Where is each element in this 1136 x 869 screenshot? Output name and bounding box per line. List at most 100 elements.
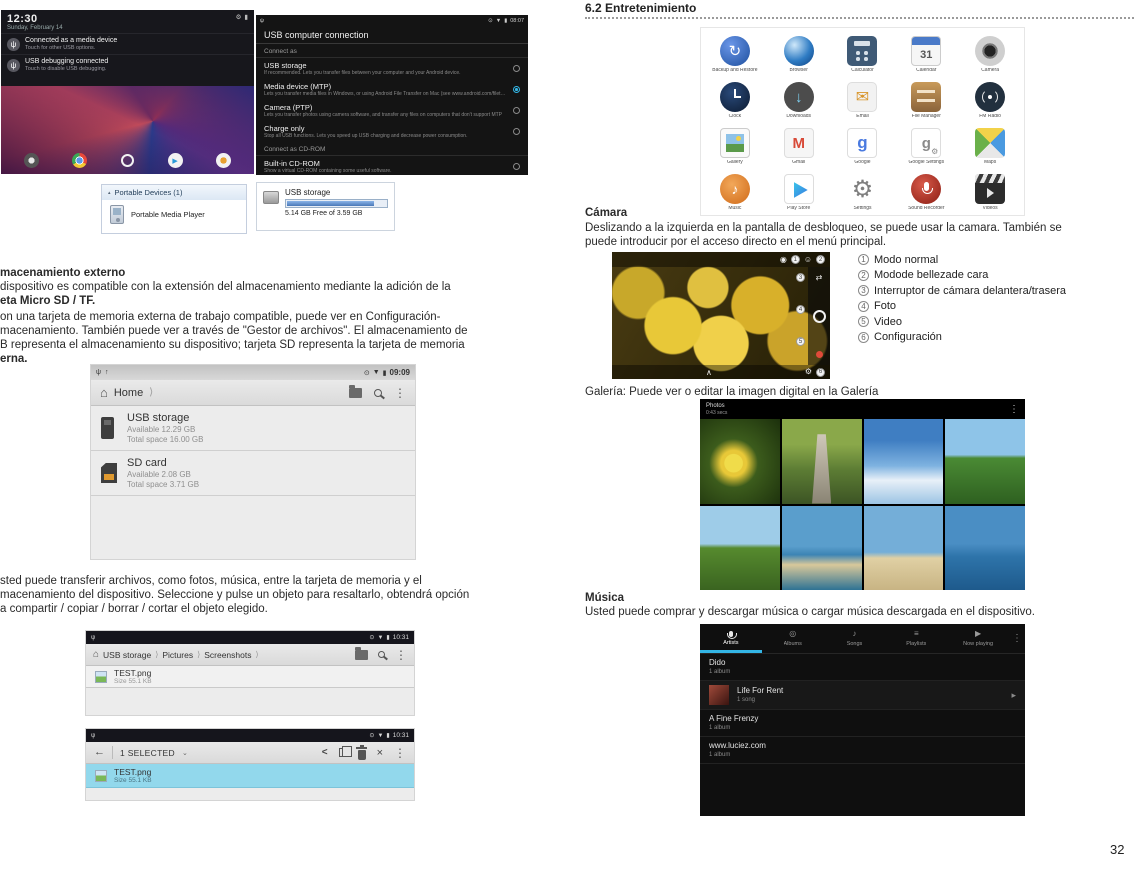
app-drawer-icon[interactable]	[120, 154, 134, 167]
app-calculator[interactable]: Calculator	[831, 33, 895, 79]
option-charge-only[interactable]: Charge only Stop all USB functions. Lets…	[256, 121, 528, 142]
storage-row-usb[interactable]: USB storage Available 12.29 GB Total spa…	[91, 406, 415, 451]
radio-button[interactable]	[513, 107, 520, 114]
app-videos[interactable]: Videos	[958, 171, 1022, 217]
photo-thumbnail-landscape[interactable]	[945, 419, 1025, 504]
normal-mode-icon[interactable]: ◉	[780, 255, 787, 264]
share-icon[interactable]: <	[322, 747, 328, 758]
notification-title: Connected as a media device	[25, 36, 118, 44]
new-folder-icon[interactable]	[349, 385, 362, 398]
option-media-device-mtp[interactable]: Media device (MTP) Lets you transfer med…	[256, 79, 528, 100]
window-header[interactable]: ▴ Portable Devices (1)	[102, 185, 246, 200]
gallery-shortcut-icon[interactable]	[216, 153, 232, 168]
app-backup-and-restore[interactable]: ↻ Backup and Restore	[703, 33, 767, 79]
option-title: Charge only	[264, 124, 305, 133]
sound-recorder-icon	[911, 174, 942, 204]
photo-thumbnail-sea[interactable]	[945, 505, 1025, 590]
app-gmail[interactable]: M Gmail	[767, 125, 831, 171]
video-record-button[interactable]	[815, 351, 823, 358]
expand-up-icon[interactable]: ∧	[706, 368, 712, 377]
photo-thumbnail-daffodil[interactable]	[700, 419, 780, 504]
file-name: TEST.png	[114, 766, 152, 777]
device-item[interactable]: Portable Media Player	[102, 200, 246, 229]
app-google[interactable]: g Google	[831, 125, 895, 171]
breadcrumb-screenshots[interactable]: Screenshots	[204, 650, 251, 660]
app-google-settings[interactable]: g Google Settings	[894, 125, 958, 171]
home-icon[interactable]: ⌂	[93, 649, 99, 660]
breadcrumb-pictures[interactable]: Pictures	[162, 650, 193, 660]
photo-thumbnail-beach-2[interactable]	[863, 505, 944, 590]
cut-icon[interactable]: ×	[377, 747, 383, 759]
delete-icon[interactable]	[356, 745, 368, 760]
file-manager-icon	[911, 82, 942, 112]
search-icon[interactable]	[378, 651, 385, 658]
browser-shortcut-icon[interactable]	[72, 153, 88, 168]
tab-artists[interactable]: Artists	[700, 624, 762, 653]
storage-row-sd[interactable]: SD card Available 2.08 GB Total space 3.…	[91, 451, 415, 496]
camera-shortcut-icon[interactable]	[23, 153, 39, 168]
app-file-manager[interactable]: File Manager	[894, 79, 958, 125]
option-built-in-cdrom[interactable]: Built-in CD-ROM Show a virtual CD-ROM co…	[256, 156, 528, 175]
app-email[interactable]: ✉ Email	[831, 79, 895, 125]
app-sound-recorder[interactable]: Sound Recorder	[894, 171, 958, 217]
app-clock[interactable]: Clock	[703, 79, 767, 125]
app-maps[interactable]: Maps	[958, 125, 1022, 171]
collapse-icon[interactable]: ▴	[108, 190, 111, 196]
app-fm-radio[interactable]: FM Radio	[958, 79, 1022, 125]
tab-playlists[interactable]: ≡ Playlists	[885, 624, 947, 653]
photo-thumbnail-beach-1[interactable]	[781, 505, 862, 590]
back-icon[interactable]: ←	[94, 747, 105, 758]
photo-thumbnail-sky[interactable]	[863, 419, 944, 504]
option-usb-storage[interactable]: USB storage If recommended. Lets you tra…	[256, 58, 528, 79]
switch-camera-icon[interactable]: ⇄	[816, 274, 823, 282]
photo-thumbnail-garden-path[interactable]	[781, 419, 862, 504]
album-row-life-for-rent[interactable]: Life For Rent 1 song ▸	[700, 681, 1025, 710]
quick-settings-gear-icon[interactable]: ⚙	[236, 13, 242, 21]
app-browser[interactable]: Browser	[767, 33, 831, 79]
radio-button[interactable]	[513, 128, 520, 135]
camera-settings-gear-icon[interactable]: ⚙	[805, 368, 812, 376]
search-icon[interactable]	[374, 388, 382, 397]
radio-button[interactable]	[513, 65, 520, 72]
file-row-test-png[interactable]: TEST.png Size 55.1 KB	[86, 666, 414, 688]
app-downloads[interactable]: ↓ Downloads	[767, 79, 831, 125]
radio-button-selected[interactable]	[513, 86, 520, 93]
playlist-icon: ≡	[913, 628, 919, 638]
new-folder-icon[interactable]	[355, 647, 368, 660]
breadcrumb-location[interactable]: Home	[114, 387, 143, 399]
app-camera[interactable]: Camera	[958, 33, 1022, 79]
app-calendar[interactable]: 31 Calendar	[894, 33, 958, 79]
breadcrumb-usb-storage[interactable]: USB storage	[103, 650, 151, 660]
home-icon[interactable]: ⌂	[100, 386, 108, 399]
overflow-menu-icon[interactable]: ⋮	[1009, 624, 1025, 653]
window-usb-storage-drive[interactable]: USB storage 5.14 GB Free of 3.59 GB	[256, 182, 395, 231]
photo-thumbnail-field[interactable]	[700, 505, 780, 590]
app-settings[interactable]: ⚙ Settings	[831, 171, 895, 217]
overflow-menu-icon[interactable]: ⋮	[394, 747, 406, 759]
radio-button[interactable]	[513, 163, 520, 170]
caret-down-icon[interactable]: ⌄	[182, 749, 188, 757]
beauty-mode-icon[interactable]: ☺	[804, 255, 812, 264]
notification-item[interactable]: ψ Connected as a media device Touch for …	[1, 33, 254, 54]
selected-file-row[interactable]: TEST.png Size 55.1 KB	[86, 764, 414, 788]
play-store-shortcut-icon[interactable]: ▶	[167, 153, 183, 168]
copy-icon[interactable]	[338, 745, 353, 757]
artist-row-a-fine-frenzy[interactable]: A Fine Frenzy 1 album	[700, 710, 1025, 737]
tab-now-playing[interactable]: ▶ Now playing	[947, 624, 1009, 653]
app-music[interactable]: ♪ Music	[703, 171, 767, 217]
clock-icon	[719, 82, 750, 112]
shutter-button[interactable]	[812, 310, 826, 323]
artist-row-luciez[interactable]: www.luciez.com 1 album	[700, 737, 1025, 764]
camera-paragraph: Deslizando a la izquierda en la pantalla…	[585, 221, 1062, 249]
overflow-menu-icon[interactable]: ⋮	[395, 649, 407, 661]
notification-item[interactable]: ψ USB debugging connected Touch to disab…	[1, 54, 254, 75]
tab-songs[interactable]: ♪ Songs	[824, 624, 886, 653]
tab-albums[interactable]: ◎ Albums	[762, 624, 824, 653]
notification-shade: 12:30 ⚙ ▮ Sunday, February 14 ψ Connecte…	[1, 10, 254, 86]
artist-row-dido[interactable]: Dido 1 album	[700, 654, 1025, 681]
option-camera-ptp[interactable]: Camera (PTP) Lets you transfer photos us…	[256, 100, 528, 121]
overflow-menu-icon[interactable]: ⋮	[394, 387, 406, 399]
app-gallery[interactable]: Gallery	[703, 125, 767, 171]
app-play-store[interactable]: Play Store	[767, 171, 831, 217]
overflow-menu-icon[interactable]: ⋮	[1009, 404, 1019, 415]
